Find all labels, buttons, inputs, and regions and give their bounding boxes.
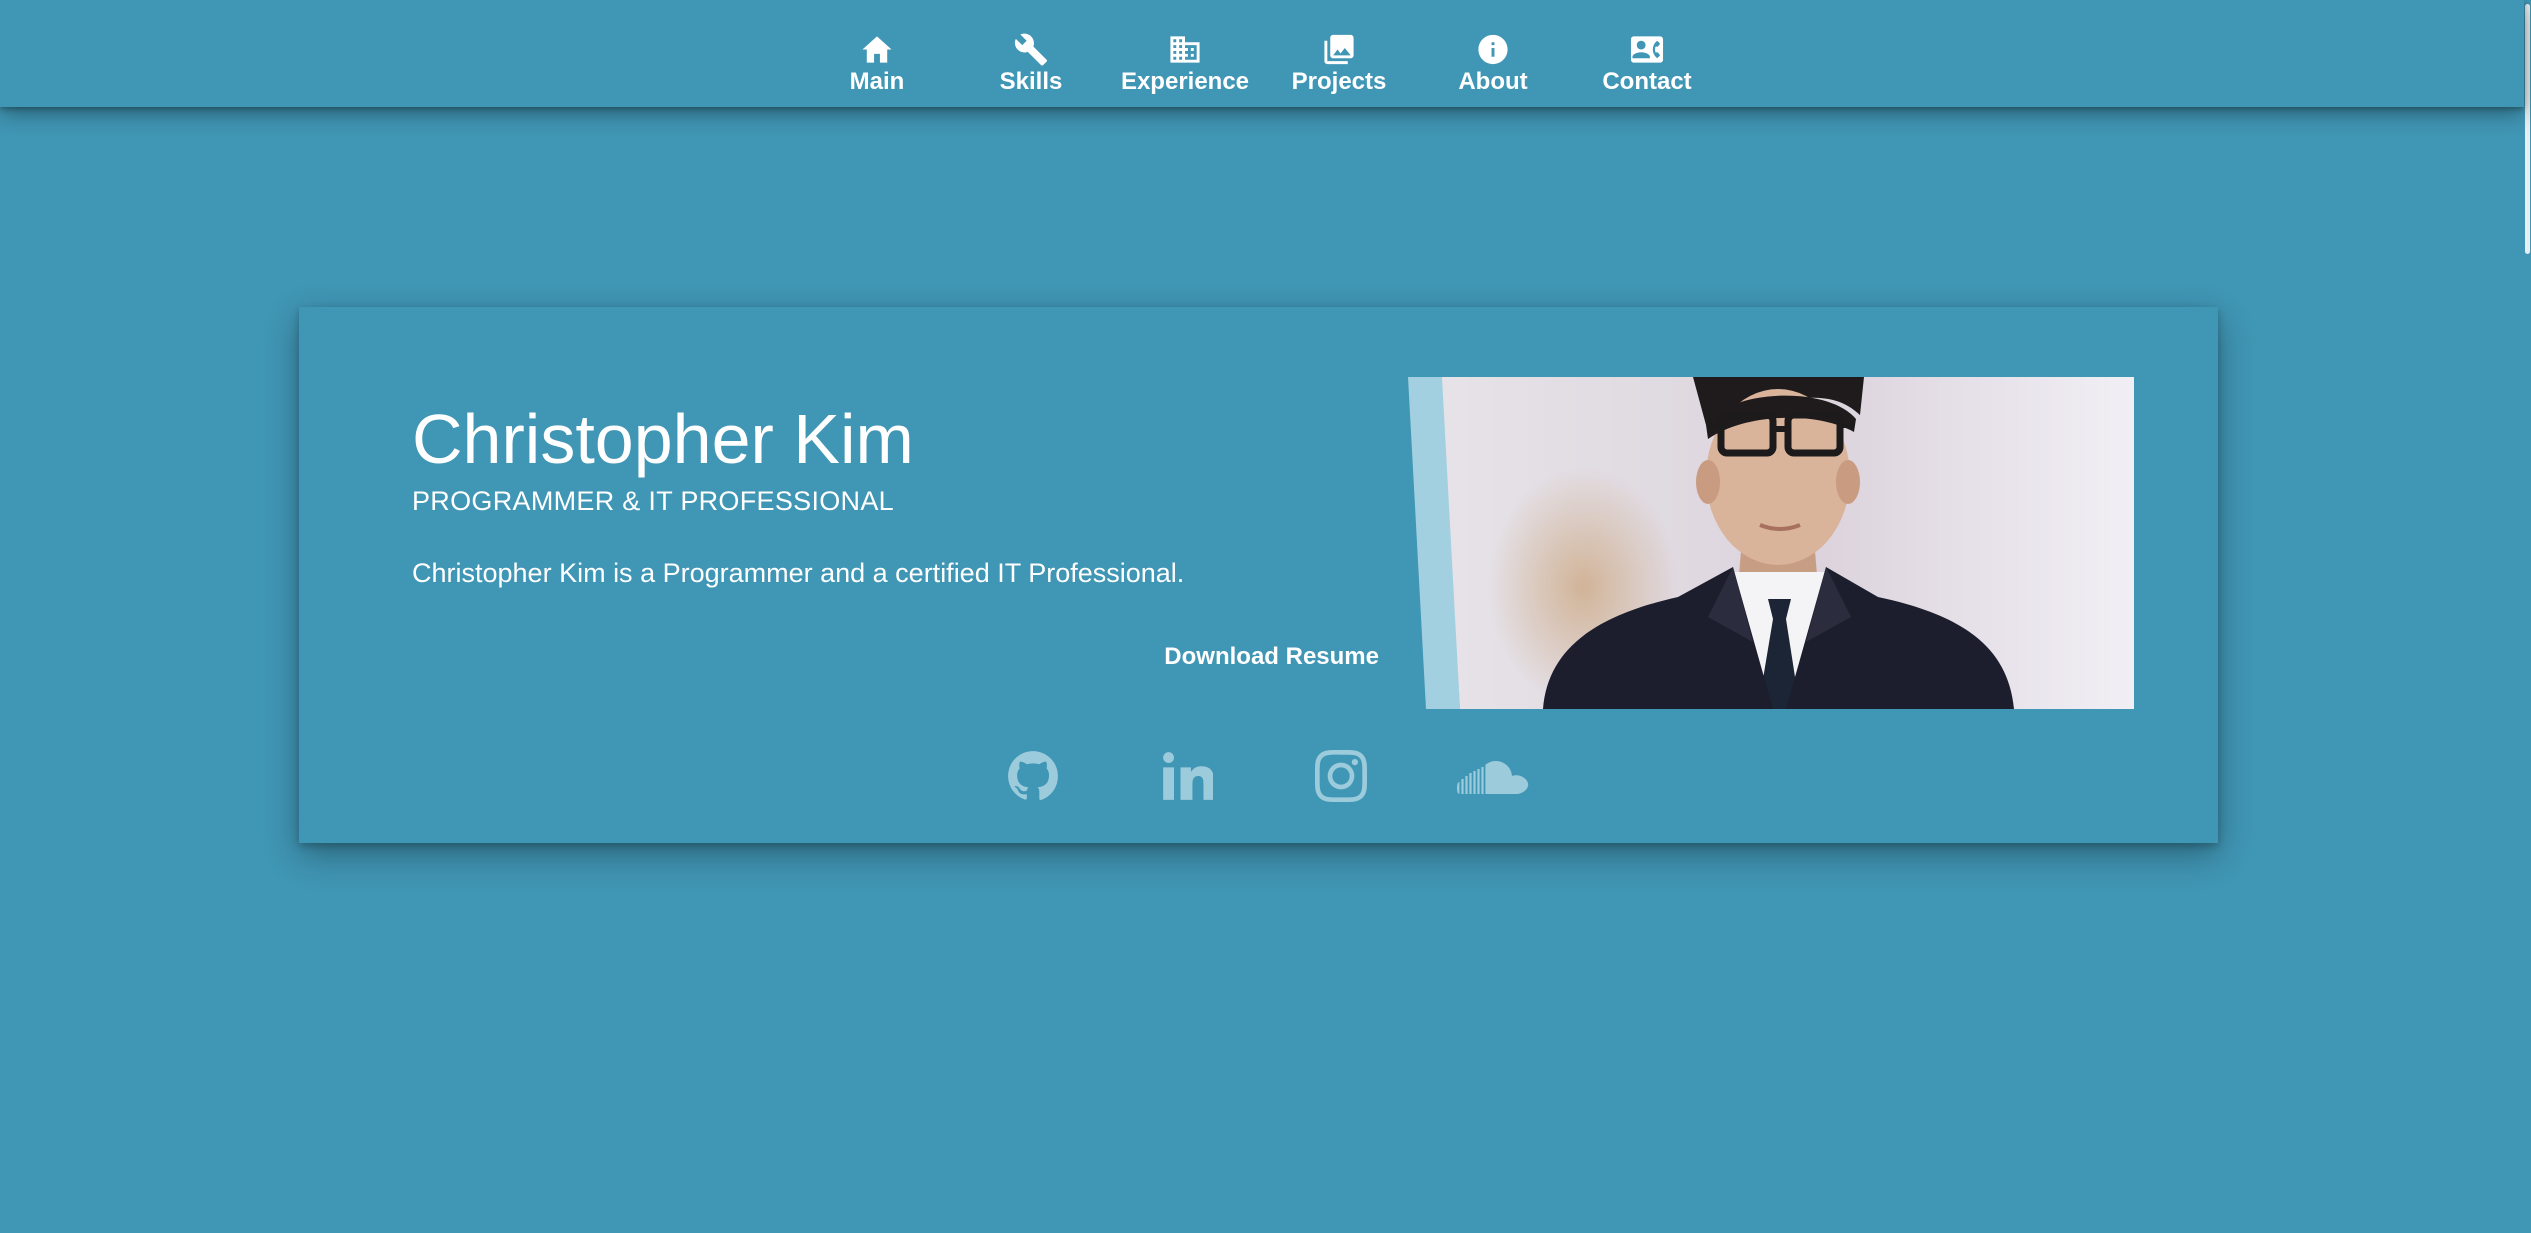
- linkedin-link[interactable]: [1110, 743, 1264, 809]
- nav-item-contact[interactable]: Contact: [1570, 32, 1724, 96]
- hero-title: PROGRAMMER & IT PROFESSIONAL: [412, 486, 894, 516]
- github-link[interactable]: [956, 743, 1110, 809]
- nav-item-projects[interactable]: Projects: [1262, 32, 1416, 96]
- main-nav: Main Skills Experience Projects About Co…: [0, 32, 2524, 96]
- top-navigation-bar: Main Skills Experience Projects About Co…: [0, 0, 2524, 107]
- nav-label-skills: Skills: [999, 68, 1063, 95]
- instagram-icon: [1314, 750, 1367, 802]
- nav-label-main: Main: [849, 68, 905, 95]
- soundcloud-link[interactable]: [1418, 743, 1572, 809]
- profile-photo: [1408, 377, 2134, 709]
- soundcloud-icon: [1456, 761, 1528, 794]
- nav-item-main[interactable]: Main: [800, 32, 954, 96]
- nav-item-experience[interactable]: Experience: [1108, 32, 1262, 96]
- nav-label-about: About: [1458, 68, 1528, 95]
- hero-description: Christopher Kim is a Programmer and a ce…: [412, 558, 1185, 588]
- home-icon: [862, 36, 892, 63]
- images-icon: [1324, 34, 1354, 65]
- wrench-icon: [1014, 33, 1048, 66]
- scrollbar-thumb[interactable]: [2525, 4, 2530, 254]
- nav-item-about[interactable]: About: [1416, 32, 1570, 96]
- nav-label-contact: Contact: [1602, 68, 1692, 95]
- download-resume-button[interactable]: Download Resume: [1159, 634, 1379, 680]
- social-links: [299, 743, 2218, 809]
- contact-card-icon: [1630, 36, 1664, 63]
- nav-item-skills[interactable]: Skills: [954, 32, 1108, 96]
- info-icon: [1478, 34, 1508, 65]
- instagram-link[interactable]: [1264, 743, 1418, 809]
- hero-card: Christopher Kim PROGRAMMER & IT PROFESSI…: [299, 307, 2218, 843]
- building-icon: [1170, 36, 1200, 63]
- github-icon: [1007, 751, 1058, 801]
- nav-label-experience: Experience: [1120, 68, 1250, 95]
- page-scrollbar[interactable]: [2524, 0, 2531, 1233]
- hero-name: Christopher Kim: [412, 400, 914, 478]
- linkedin-icon: [1162, 752, 1213, 800]
- nav-label-projects: Projects: [1291, 68, 1387, 95]
